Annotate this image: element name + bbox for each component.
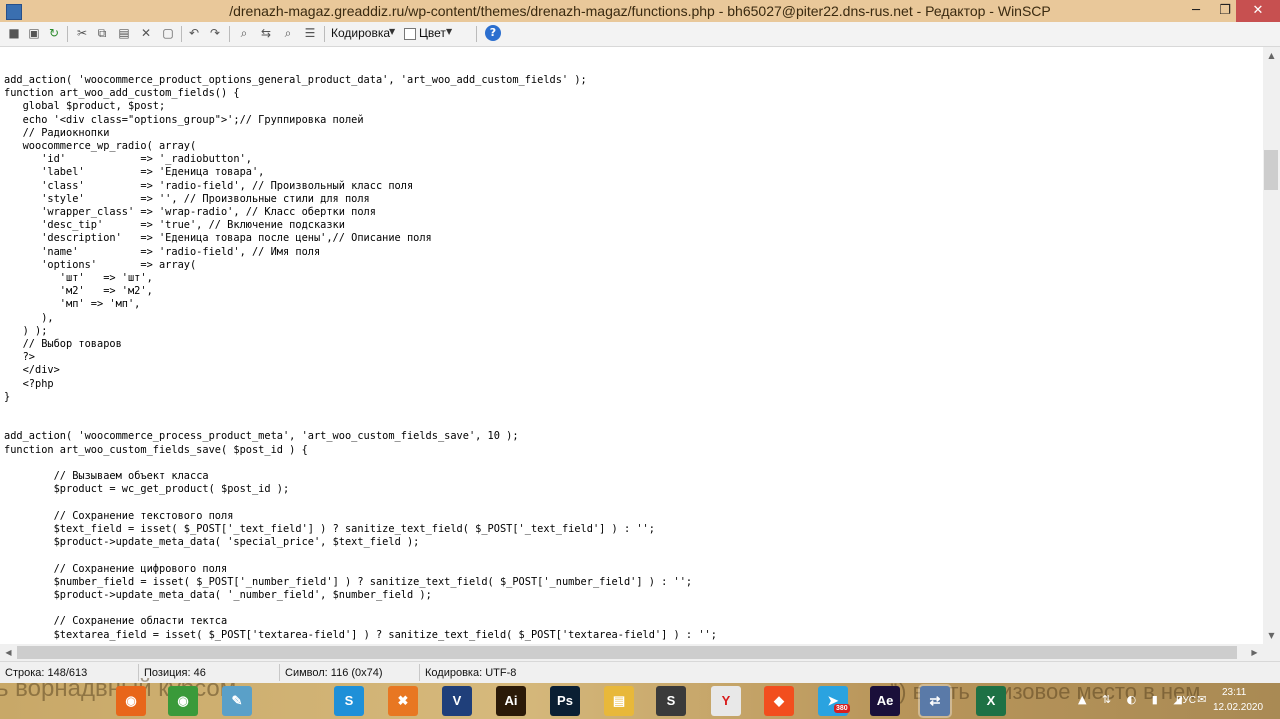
winscp-icon[interactable]: ⇄ (920, 686, 950, 716)
illustrator-icon[interactable]: Ai (496, 686, 526, 716)
telegram-icon[interactable]: ➤ 380 (818, 686, 850, 716)
toolbar-separator (181, 26, 182, 42)
replace-icon[interactable]: ⇆ (258, 25, 274, 41)
scrollbar-thumb[interactable] (1264, 150, 1278, 190)
language-indicator[interactable]: РУС (1176, 695, 1196, 706)
paste-icon[interactable]: ▤ (116, 25, 132, 41)
scrollbar-corner (1263, 644, 1280, 661)
redo-icon[interactable]: ↷ (207, 25, 223, 41)
scroll-left-icon[interactable]: ◀ (0, 644, 17, 661)
color-menu[interactable]: Цвет (419, 26, 446, 40)
taskbar: ь ворнадвный курсом ” ) внять призовое м… (0, 675, 1280, 719)
save-icon[interactable]: ■ (6, 25, 22, 41)
horizontal-scrollbar[interactable]: ◀ ▶ (0, 644, 1263, 661)
photoshop-icon[interactable]: Ps (550, 686, 580, 716)
clock-time[interactable]: 23:11 (1222, 687, 1246, 698)
chevron-down-icon[interactable]: ▼ (389, 27, 395, 36)
color-checkbox[interactable] (404, 28, 416, 40)
chrome-icon[interactable]: ◉ (168, 686, 198, 716)
goto-line-icon[interactable]: ☰ (302, 25, 318, 41)
find-next-icon[interactable]: ⌕ (280, 25, 296, 41)
xampp-icon[interactable]: ✖ (388, 686, 418, 716)
visual-studio-icon[interactable]: V (442, 686, 472, 716)
chevron-down-icon[interactable]: ▼ (446, 27, 452, 36)
code-editor[interactable]: add_action( 'woocommerce_product_options… (0, 47, 1263, 644)
encoding-menu[interactable]: Кодировка (331, 26, 390, 40)
help-icon[interactable]: ? (485, 25, 501, 41)
scroll-down-icon[interactable]: ▼ (1263, 627, 1280, 644)
toolbar-separator (324, 26, 325, 42)
status-separator (419, 664, 420, 681)
file-explorer-icon[interactable]: ▤ (604, 686, 634, 716)
status-symbol: Символ: 116 (0x74) (285, 667, 383, 679)
undo-icon[interactable]: ↶ (186, 25, 202, 41)
code-content[interactable]: add_action( 'woocommerce_product_options… (4, 74, 717, 642)
clock-date[interactable]: 12.02.2020 (1213, 702, 1263, 713)
copy-icon[interactable]: ⧉ (94, 25, 110, 41)
toolbar-separator (229, 26, 230, 42)
scrollbar-thumb[interactable] (17, 646, 1237, 659)
title-bar: /drenazh-magaz.greaddiz.ru/wp-content/th… (0, 0, 1280, 22)
minimize-button[interactable]: ─ (1181, 0, 1211, 22)
notification-badge: 380 (834, 704, 850, 713)
editor-toolbar: ■ ▣ ↻ ✂ ⧉ ▤ ✕ ▢ ↶ ↷ ⌕ ⇆ ⌕ ☰ Кодировка ▼ … (0, 22, 1280, 47)
status-separator (279, 664, 280, 681)
paint-icon[interactable]: ✎ (222, 686, 252, 716)
select-all-icon[interactable]: ▢ (160, 25, 176, 41)
find-icon[interactable]: ⌕ (236, 25, 252, 41)
vertical-scrollbar[interactable]: ▲ ▼ (1263, 47, 1280, 644)
firefox-icon[interactable]: ◉ (116, 686, 146, 716)
skype-icon[interactable]: S (334, 686, 364, 716)
window-title: /drenazh-magaz.greaddiz.ru/wp-content/th… (229, 3, 1051, 19)
cut-icon[interactable]: ✂ (74, 25, 90, 41)
after-effects-icon[interactable]: Ae (870, 686, 900, 716)
figma-icon[interactable]: ◆ (764, 686, 794, 716)
reload-icon[interactable]: ↻ (46, 25, 62, 41)
save-all-icon[interactable]: ▣ (26, 25, 42, 41)
close-button[interactable]: ✕ (1236, 0, 1280, 22)
toolbar-separator (67, 26, 68, 42)
sublime-text-icon[interactable]: S (656, 686, 686, 716)
delete-icon[interactable]: ✕ (138, 25, 154, 41)
toolbar-separator (476, 26, 477, 42)
excel-icon[interactable]: X (976, 686, 1006, 716)
status-encoding: Кодировка: UTF-8 (425, 667, 517, 679)
yandex-browser-icon[interactable]: Y (711, 686, 741, 716)
scroll-right-icon[interactable]: ▶ (1246, 644, 1263, 661)
scroll-up-icon[interactable]: ▲ (1263, 47, 1280, 64)
